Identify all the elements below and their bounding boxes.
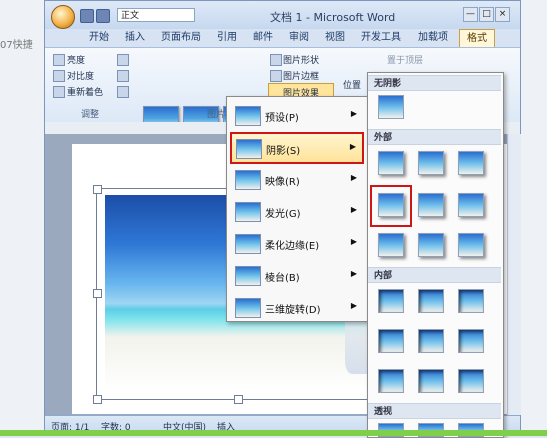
shadow-outer-7[interactable] xyxy=(378,233,404,257)
3d-rotation-thumb-icon xyxy=(235,298,261,318)
shadow-inner-8[interactable] xyxy=(418,369,444,393)
shadow-outer-2[interactable] xyxy=(418,151,444,175)
shadow-inner-4[interactable] xyxy=(378,329,404,353)
title-bar: 正文 文档 1 - Microsoft Word — □ × xyxy=(45,1,520,29)
submenu-arrow-icon: ▶ xyxy=(350,301,357,310)
section-no-shadow: 无阴影 xyxy=(368,75,501,91)
soft-edges-thumb-icon xyxy=(235,234,261,254)
menu-item-preset[interactable]: 预设(P) ▶ xyxy=(231,101,363,131)
shadow-inner-9[interactable] xyxy=(458,369,484,393)
contrast-icon xyxy=(53,70,65,82)
resize-handle-left[interactable] xyxy=(93,289,102,298)
shadow-inner-5[interactable] xyxy=(418,329,444,353)
submenu-arrow-icon: ▶ xyxy=(349,142,356,151)
office-button[interactable] xyxy=(51,5,75,29)
compress-icon[interactable] xyxy=(117,54,129,66)
shadow-inner-6[interactable] xyxy=(458,329,484,353)
picture-border-icon xyxy=(270,70,282,82)
section-outer: 外部 xyxy=(368,129,501,145)
reflection-thumb-icon xyxy=(235,170,261,190)
close-button[interactable]: × xyxy=(495,7,510,22)
menu-item-label: 发光(G) xyxy=(265,209,301,220)
shadow-inner-1[interactable] xyxy=(378,289,404,313)
resize-handle-bottom[interactable] xyxy=(234,395,243,404)
submenu-arrow-icon: ▶ xyxy=(350,205,357,214)
recolor-icon xyxy=(53,86,65,98)
save-icon[interactable] xyxy=(80,9,94,23)
menu-item-label: 阴影(S) xyxy=(266,146,301,157)
menu-item-label: 映像(R) xyxy=(265,177,300,188)
tab-page-layout[interactable]: 页面布局 xyxy=(157,29,205,47)
shadow-outer-4[interactable] xyxy=(378,193,404,217)
submenu-arrow-icon: ▶ xyxy=(350,109,357,118)
reset-picture-icon[interactable] xyxy=(117,86,129,98)
tab-mailings[interactable]: 邮件 xyxy=(249,29,277,47)
preset-thumb-icon xyxy=(235,106,261,126)
shadow-submenu: 无阴影 外部 内部 透视 xyxy=(367,72,504,438)
brightness-icon xyxy=(53,54,65,66)
submenu-arrow-icon: ▶ xyxy=(350,269,357,278)
recolor-button[interactable]: 重新着色 xyxy=(67,85,103,98)
minimize-button[interactable]: — xyxy=(463,7,478,22)
change-picture-icon[interactable] xyxy=(117,70,129,82)
window-title: 文档 1 - Microsoft Word xyxy=(270,11,396,24)
undo-icon[interactable] xyxy=(96,9,110,23)
tab-home[interactable]: 开始 xyxy=(85,29,113,47)
maximize-button[interactable]: □ xyxy=(479,7,494,22)
tab-format[interactable]: 格式 xyxy=(459,29,495,48)
menu-item-label: 三维旋转(D) xyxy=(265,305,321,316)
taskbar-strip xyxy=(0,430,547,436)
submenu-arrow-icon: ▶ xyxy=(350,237,357,246)
menu-item-label: 棱台(B) xyxy=(265,273,300,284)
shadow-outer-3[interactable] xyxy=(458,151,484,175)
tab-view[interactable]: 视图 xyxy=(321,29,349,47)
tab-insert[interactable]: 插入 xyxy=(121,29,149,47)
shadow-inner-7[interactable] xyxy=(378,369,404,393)
picture-border-button[interactable]: 图片边框 xyxy=(283,69,319,82)
resize-handle-tl[interactable] xyxy=(93,185,102,194)
submenu-arrow-icon: ▶ xyxy=(350,173,357,182)
picture-shape-button[interactable]: 图片形状 xyxy=(283,53,319,66)
shadow-outer-9[interactable] xyxy=(458,233,484,257)
tab-review[interactable]: 审阅 xyxy=(285,29,313,47)
shadow-none[interactable] xyxy=(378,95,404,119)
tab-references[interactable]: 引用 xyxy=(213,29,241,47)
vertical-scrollbar[interactable] xyxy=(507,134,521,415)
glow-thumb-icon xyxy=(235,202,261,222)
bring-to-front-button[interactable]: 置于顶层 xyxy=(387,53,423,66)
menu-item-shadow[interactable]: 阴影(S) ▶ xyxy=(230,132,364,164)
section-perspective: 透视 xyxy=(368,403,501,419)
menu-item-glow[interactable]: 发光(G) ▶ xyxy=(231,197,363,227)
bevel-thumb-icon xyxy=(235,266,261,286)
shadow-outer-6[interactable] xyxy=(458,193,484,217)
picture-shape-icon xyxy=(270,54,282,66)
style-selector[interactable]: 正文 xyxy=(117,8,195,22)
section-inner: 内部 xyxy=(368,267,501,283)
shadow-outer-5[interactable] xyxy=(418,193,444,217)
shadow-inner-3[interactable] xyxy=(458,289,484,313)
tab-developer[interactable]: 开发工具 xyxy=(357,29,405,47)
menu-item-label: 预设(P) xyxy=(265,113,299,124)
menu-item-soft-edges[interactable]: 柔化边缘(E) ▶ xyxy=(231,229,363,259)
shadow-outer-8[interactable] xyxy=(418,233,444,257)
adjust-group-label: 调整 xyxy=(80,110,99,120)
menu-item-3d-rotation[interactable]: 三维旋转(D) ▶ xyxy=(231,293,363,323)
shadow-thumb-icon xyxy=(236,139,262,159)
picture-effects-menu: 预设(P) ▶ 阴影(S) ▶ 映像(R) ▶ 发光(G) ▶ 柔化边缘(E) … xyxy=(226,96,368,322)
shadow-outer-1[interactable] xyxy=(378,151,404,175)
menu-item-reflection[interactable]: 映像(R) ▶ xyxy=(231,165,363,195)
position-button[interactable]: 位置 xyxy=(343,78,361,91)
contrast-button[interactable]: 对比度 xyxy=(67,69,94,82)
background-text: 07快捷 xyxy=(0,40,33,51)
brightness-button[interactable]: 亮度 xyxy=(67,53,85,66)
shadow-inner-2[interactable] xyxy=(418,289,444,313)
tab-addins[interactable]: 加载项 xyxy=(413,29,453,47)
menu-item-label: 柔化边缘(E) xyxy=(265,241,320,252)
menu-item-bevel[interactable]: 棱台(B) ▶ xyxy=(231,261,363,291)
resize-handle-bl[interactable] xyxy=(93,395,102,404)
